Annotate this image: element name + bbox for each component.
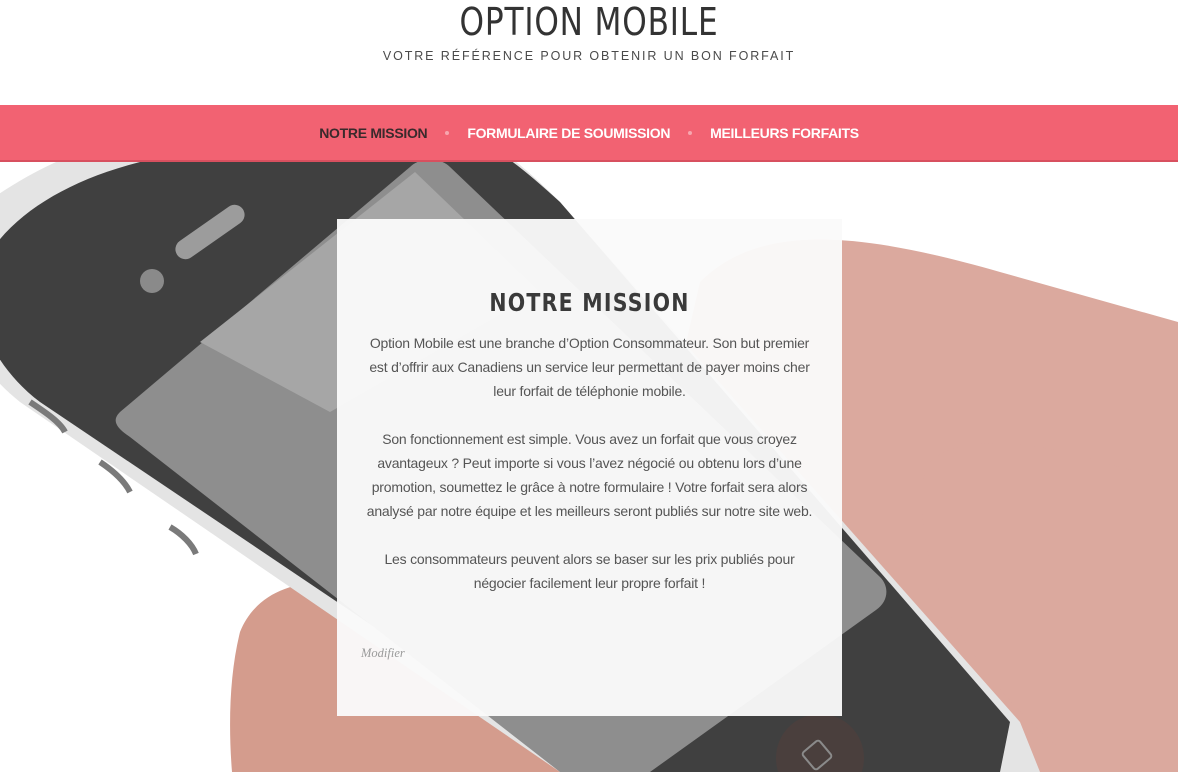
main-navigation: NOTRE MISSION FORMULAIRE DE SOUMISSION M…	[0, 105, 1178, 162]
phone-camera	[140, 269, 164, 293]
phone-side-button	[168, 524, 199, 556]
nav-menu: NOTRE MISSION FORMULAIRE DE SOUMISSION M…	[0, 124, 1178, 142]
site-tagline: VOTRE RÉFÉRENCE POUR OBTENIR UN BON FORF…	[382, 49, 796, 63]
mission-paragraph: Son fonctionnement est simple. Vous avez…	[366, 431, 813, 519]
site-header: OPTION MOBILE VOTRE RÉFÉRENCE POUR OBTEN…	[0, 0, 1178, 105]
mission-body: Option Mobile est une branche d’Option C…	[361, 331, 818, 619]
nav-separator-dot	[688, 131, 693, 135]
site-title[interactable]: OPTION MOBILE	[106, 2, 1072, 42]
mission-paragraph: Les consommateurs peuvent alors se baser…	[384, 551, 795, 591]
mission-paragraph: Option Mobile est une branche d’Option C…	[369, 335, 810, 399]
nav-separator-dot	[445, 131, 450, 135]
mission-card: NOTRE MISSION Option Mobile est une bran…	[337, 219, 842, 716]
nav-item-formulaire-de-soumission[interactable]: FORMULAIRE DE SOUMISSION	[467, 125, 670, 141]
mission-title: NOTRE MISSION	[489, 287, 690, 317]
nav-item-meilleurs-forfaits[interactable]: MEILLEURS FORFAITS	[710, 125, 859, 141]
edit-link[interactable]: Modifier	[361, 646, 405, 661]
nav-item-notre-mission[interactable]: NOTRE MISSION	[319, 125, 427, 141]
